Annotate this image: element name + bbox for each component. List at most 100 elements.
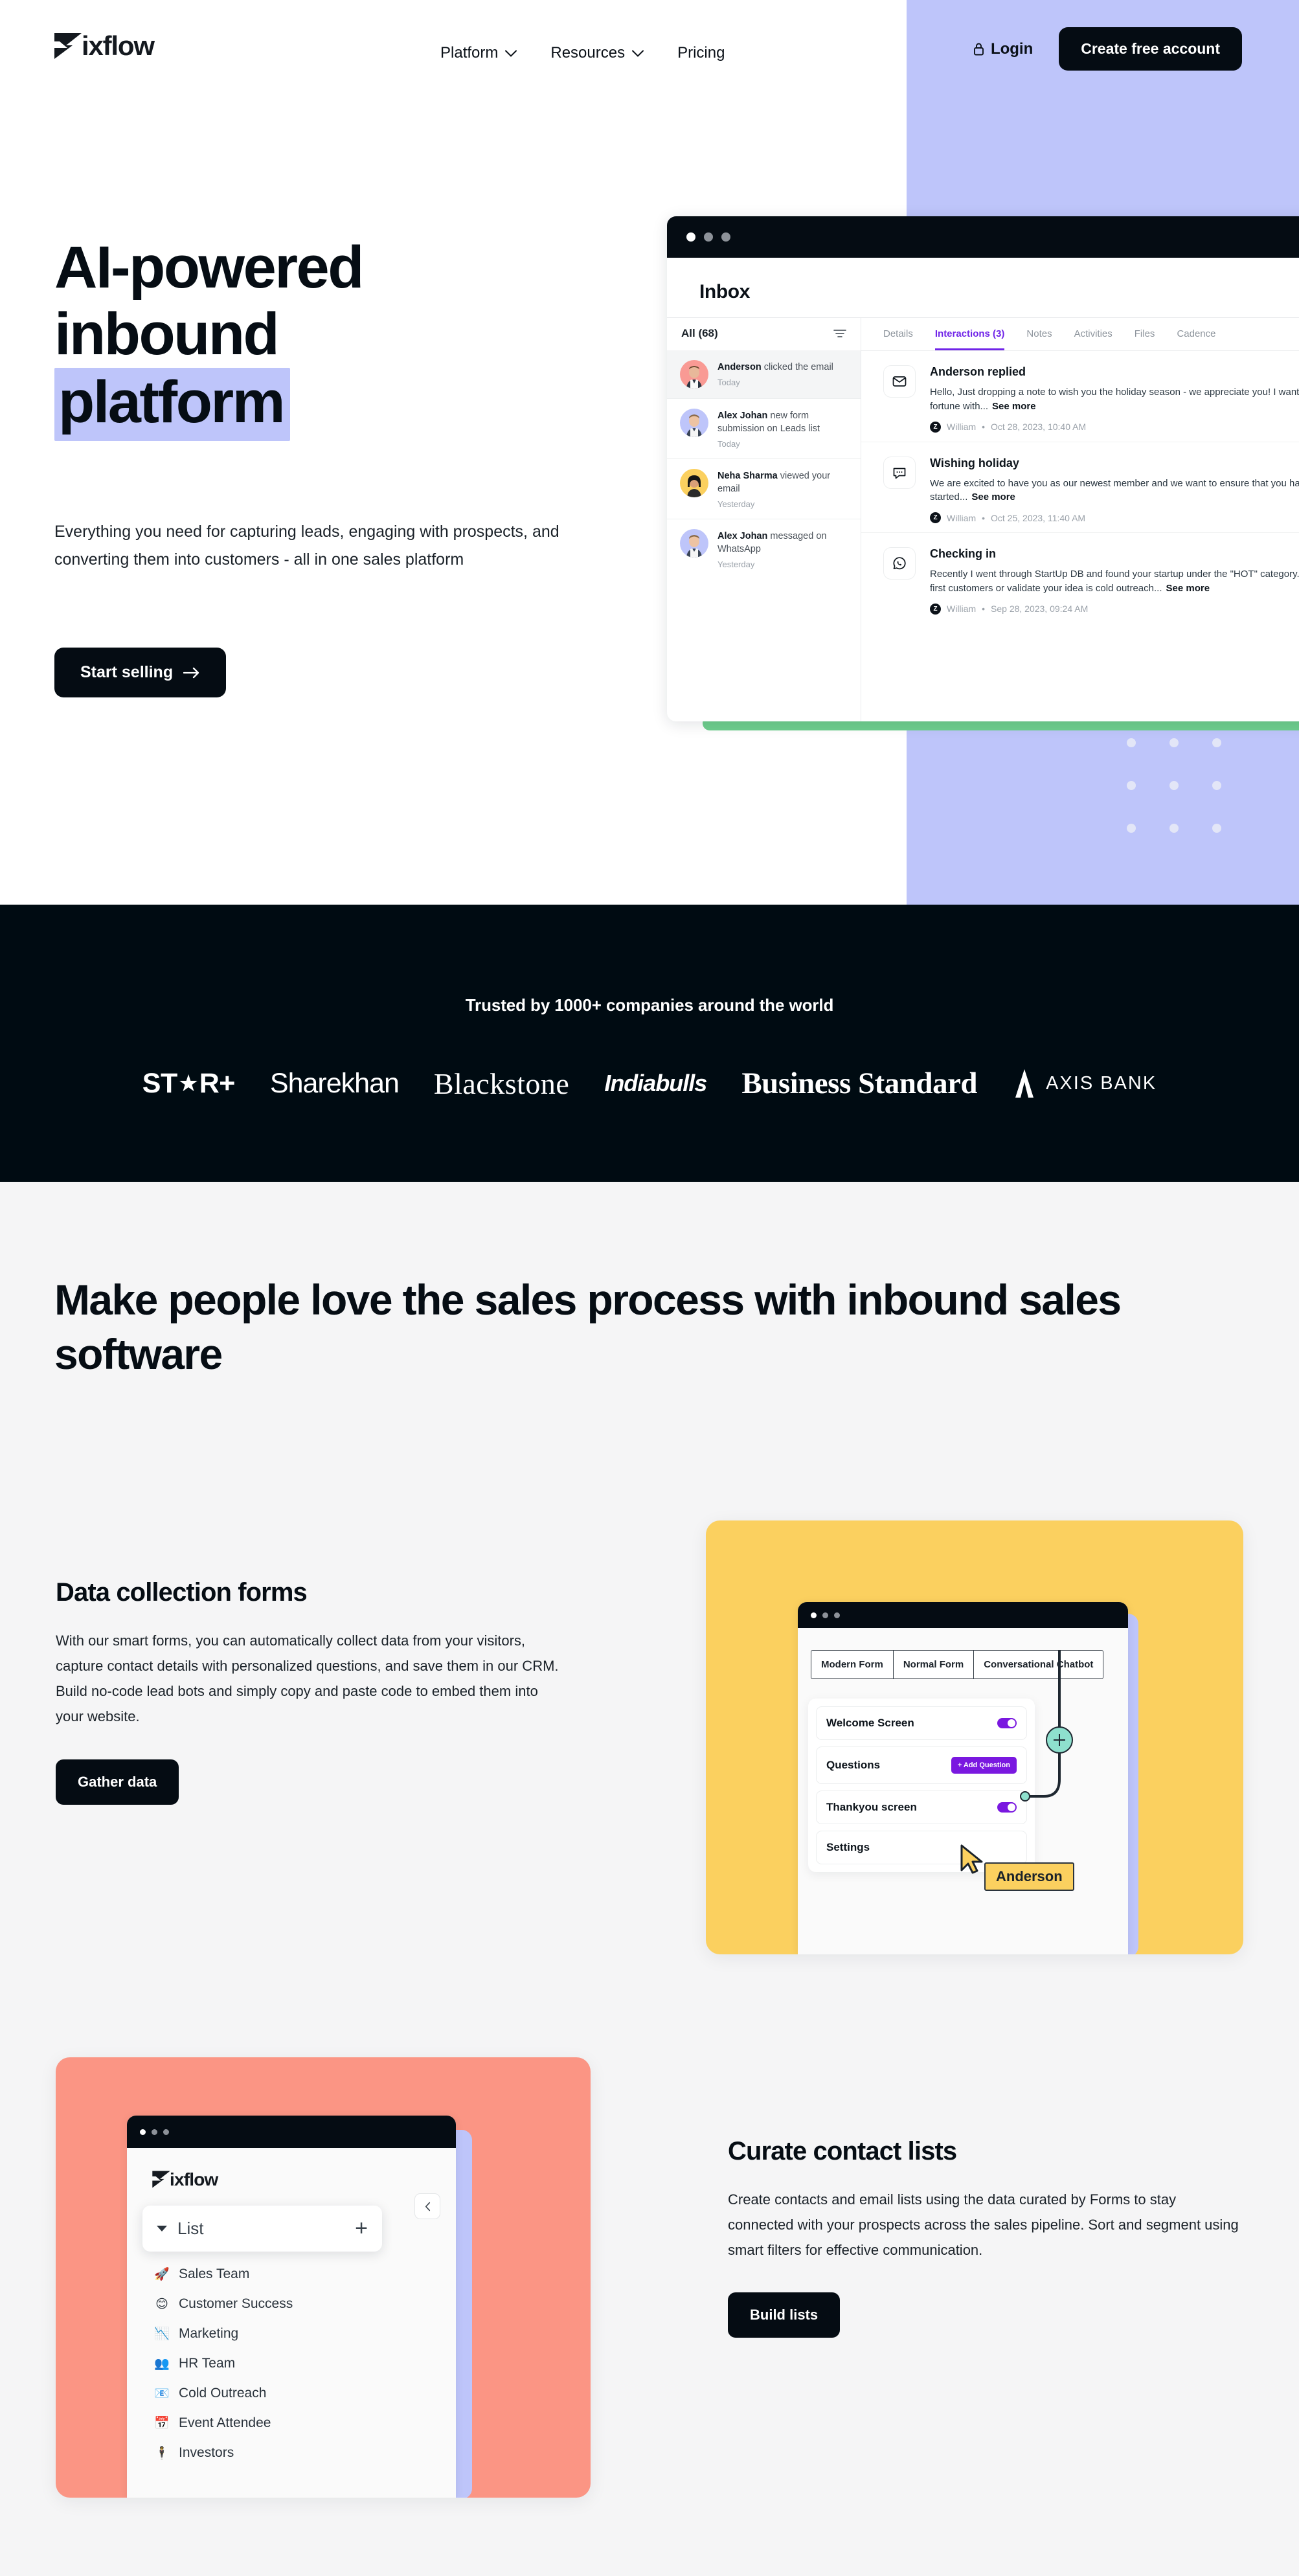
- form-step-label: Questions: [826, 1759, 881, 1771]
- zixflow-badge-icon: Z: [930, 512, 941, 523]
- tab-notes[interactable]: Notes: [1026, 328, 1052, 350]
- people-icon: 👥: [154, 2357, 170, 2371]
- nav-item-label: Resources: [550, 44, 626, 62]
- window-dot-close: [686, 232, 695, 242]
- nav-item-platform[interactable]: Platform: [440, 44, 517, 62]
- tab-files[interactable]: Files: [1135, 328, 1155, 350]
- flow-endpoint-node: [1020, 1791, 1030, 1802]
- bullet-separator: •: [982, 422, 986, 432]
- list-item[interactable]: 📉 Marketing: [154, 2319, 456, 2349]
- inbox-list-item[interactable]: Alex Johan new form submission on Leads …: [667, 398, 861, 458]
- inbox-item-time: Yesterday: [717, 559, 755, 569]
- interaction-timestamp: Sep 28, 2023, 09:24 AM: [991, 604, 1089, 614]
- avatar: [680, 360, 708, 389]
- inbox-item-text: Alex Johan messaged on WhatsApp: [717, 531, 827, 554]
- start-selling-label: Start selling: [80, 663, 174, 681]
- see-more-link[interactable]: See more: [992, 401, 1036, 412]
- interaction-title: Anderson replied: [930, 365, 1026, 378]
- list-item[interactable]: 📧 Cold Outreach: [154, 2378, 456, 2408]
- list-item-label: Investors: [179, 2445, 234, 2460]
- form-step-label: Settings: [826, 1841, 870, 1853]
- interaction-timestamp: Oct 28, 2023, 10:40 AM: [991, 422, 1087, 432]
- axis-bank-mark-icon: [1015, 1069, 1034, 1098]
- dot: [1127, 781, 1136, 790]
- see-more-link[interactable]: See more: [971, 491, 1015, 503]
- tab-activities[interactable]: Activities: [1074, 328, 1113, 350]
- create-free-account-button[interactable]: Create free account: [1059, 27, 1242, 71]
- inbox-app-mockup: Inbox All (68) Anderson clicked the emai…: [667, 216, 1299, 721]
- lock-icon: [973, 43, 984, 56]
- avatar: [680, 469, 708, 497]
- start-selling-button[interactable]: Start selling: [54, 648, 227, 697]
- caret-down-icon: [157, 2226, 167, 2231]
- tab-interactions[interactable]: Interactions (3): [934, 328, 1005, 350]
- list-item[interactable]: 🚀 Sales Team: [154, 2259, 456, 2289]
- nav-item-label: Pricing: [677, 44, 725, 62]
- list-item-label: Cold Outreach: [179, 2386, 267, 2401]
- brand-logo[interactable]: ixflow: [53, 31, 155, 61]
- window-dot-maximize: [163, 2129, 169, 2135]
- interaction-text: We are excited to have you as our newest…: [930, 477, 1299, 503]
- interaction-timestamp: Oct 25, 2023, 11:40 AM: [991, 512, 1086, 523]
- add-list-icon[interactable]: +: [355, 2217, 368, 2239]
- zixflow-logo-icon: [152, 2171, 170, 2188]
- forms-illustration-card: Modern Form Normal Form Conversational C…: [706, 1520, 1243, 1954]
- dot: [1169, 781, 1179, 790]
- list-item[interactable]: 📅 Event Attendee: [154, 2408, 456, 2438]
- window-dot-minimize: [152, 2129, 157, 2135]
- decorative-dot-grid: [1127, 738, 1255, 866]
- feature-block-forms: Data collection forms With our smart for…: [56, 1578, 567, 1805]
- filter-icon[interactable]: [833, 328, 846, 339]
- window-dot-close: [140, 2129, 146, 2135]
- client-logo-blackstone: Blackstone: [433, 1067, 570, 1100]
- feature-text: With our smart forms, you can automatica…: [56, 1633, 559, 1725]
- mockup-titlebar: [127, 2116, 456, 2148]
- whatsapp-icon: [883, 547, 916, 580]
- tab-cadence[interactable]: Cadence: [1177, 328, 1215, 350]
- nav-item-pricing[interactable]: Pricing: [677, 44, 725, 62]
- avatar: [680, 529, 708, 558]
- segment-modern-form[interactable]: Modern Form: [811, 1651, 894, 1678]
- nav-item-resources[interactable]: Resources: [550, 44, 644, 62]
- interaction-text: Recently I went through StartUp DB and f…: [930, 569, 1299, 594]
- hero-heading-line1: AI-powered: [54, 234, 364, 300]
- hero-heading: AI-powered inbound platform: [54, 234, 585, 442]
- client-logo-star-plus: ST ★ R+: [142, 1067, 236, 1099]
- smile-icon: 😊: [155, 2297, 168, 2311]
- interaction-text: Hello, Just dropping a note to wish you …: [930, 387, 1299, 412]
- tab-details[interactable]: Details: [883, 328, 913, 350]
- inbox-item-text: Neha Sharma viewed your email: [717, 471, 831, 494]
- client-logo-indiabulls: Indiabulls: [604, 1070, 707, 1096]
- interaction-title: Wishing holiday: [930, 456, 1019, 469]
- segment-normal-form[interactable]: Normal Form: [894, 1651, 975, 1678]
- see-more-link[interactable]: See more: [1166, 583, 1210, 594]
- build-lists-button[interactable]: Build lists: [728, 2292, 841, 2338]
- login-button[interactable]: Login: [973, 40, 1033, 58]
- feature-title: Curate contact lists: [728, 2137, 957, 2165]
- interaction-row: Anderson replied Hello, Just dropping a …: [861, 351, 1299, 442]
- inbox-list-item[interactable]: Neha Sharma viewed your email Yesterday: [667, 458, 861, 519]
- add-node-button[interactable]: [1046, 1726, 1073, 1754]
- nav-actions: Login Create free account: [973, 27, 1242, 71]
- list-item-label: Sales Team: [179, 2266, 250, 2281]
- sidebar-brand-name: ixflow: [170, 2169, 218, 2189]
- list-item[interactable]: 👥 HR Team: [154, 2349, 456, 2378]
- calendar-icon: 📅: [154, 2417, 170, 2430]
- list-dropdown[interactable]: List +: [142, 2206, 382, 2252]
- sidebar-collapse-button[interactable]: [414, 2193, 440, 2219]
- client-logo-axis-bank: AXIS BANK: [1012, 1069, 1157, 1098]
- contact-lists-items: 🚀 Sales Team 😊 Customer Success 📉 Marketing…: [127, 2259, 456, 2468]
- feature-title: Data collection forms: [56, 1578, 308, 1607]
- sidebar-brand-logo[interactable]: ixflow: [152, 2170, 456, 2189]
- dot: [1212, 824, 1221, 833]
- list-item[interactable]: 🕴 Investors: [154, 2438, 456, 2468]
- nav-links: Platform Resources Pricing: [440, 44, 725, 62]
- client-logo-sharekhan: Sharekhan: [269, 1067, 400, 1099]
- inbox-list-item[interactable]: Anderson clicked the email Today: [667, 350, 861, 398]
- avatar: [680, 409, 708, 437]
- inbox-list-item[interactable]: Alex Johan messaged on WhatsApp Yesterda…: [667, 519, 861, 579]
- interaction-row: Wishing holiday We are excited to have y…: [861, 442, 1299, 533]
- list-item[interactable]: 😊 Customer Success: [154, 2289, 456, 2319]
- gather-data-button[interactable]: Gather data: [56, 1759, 179, 1805]
- list-item-label: HR Team: [179, 2356, 236, 2371]
